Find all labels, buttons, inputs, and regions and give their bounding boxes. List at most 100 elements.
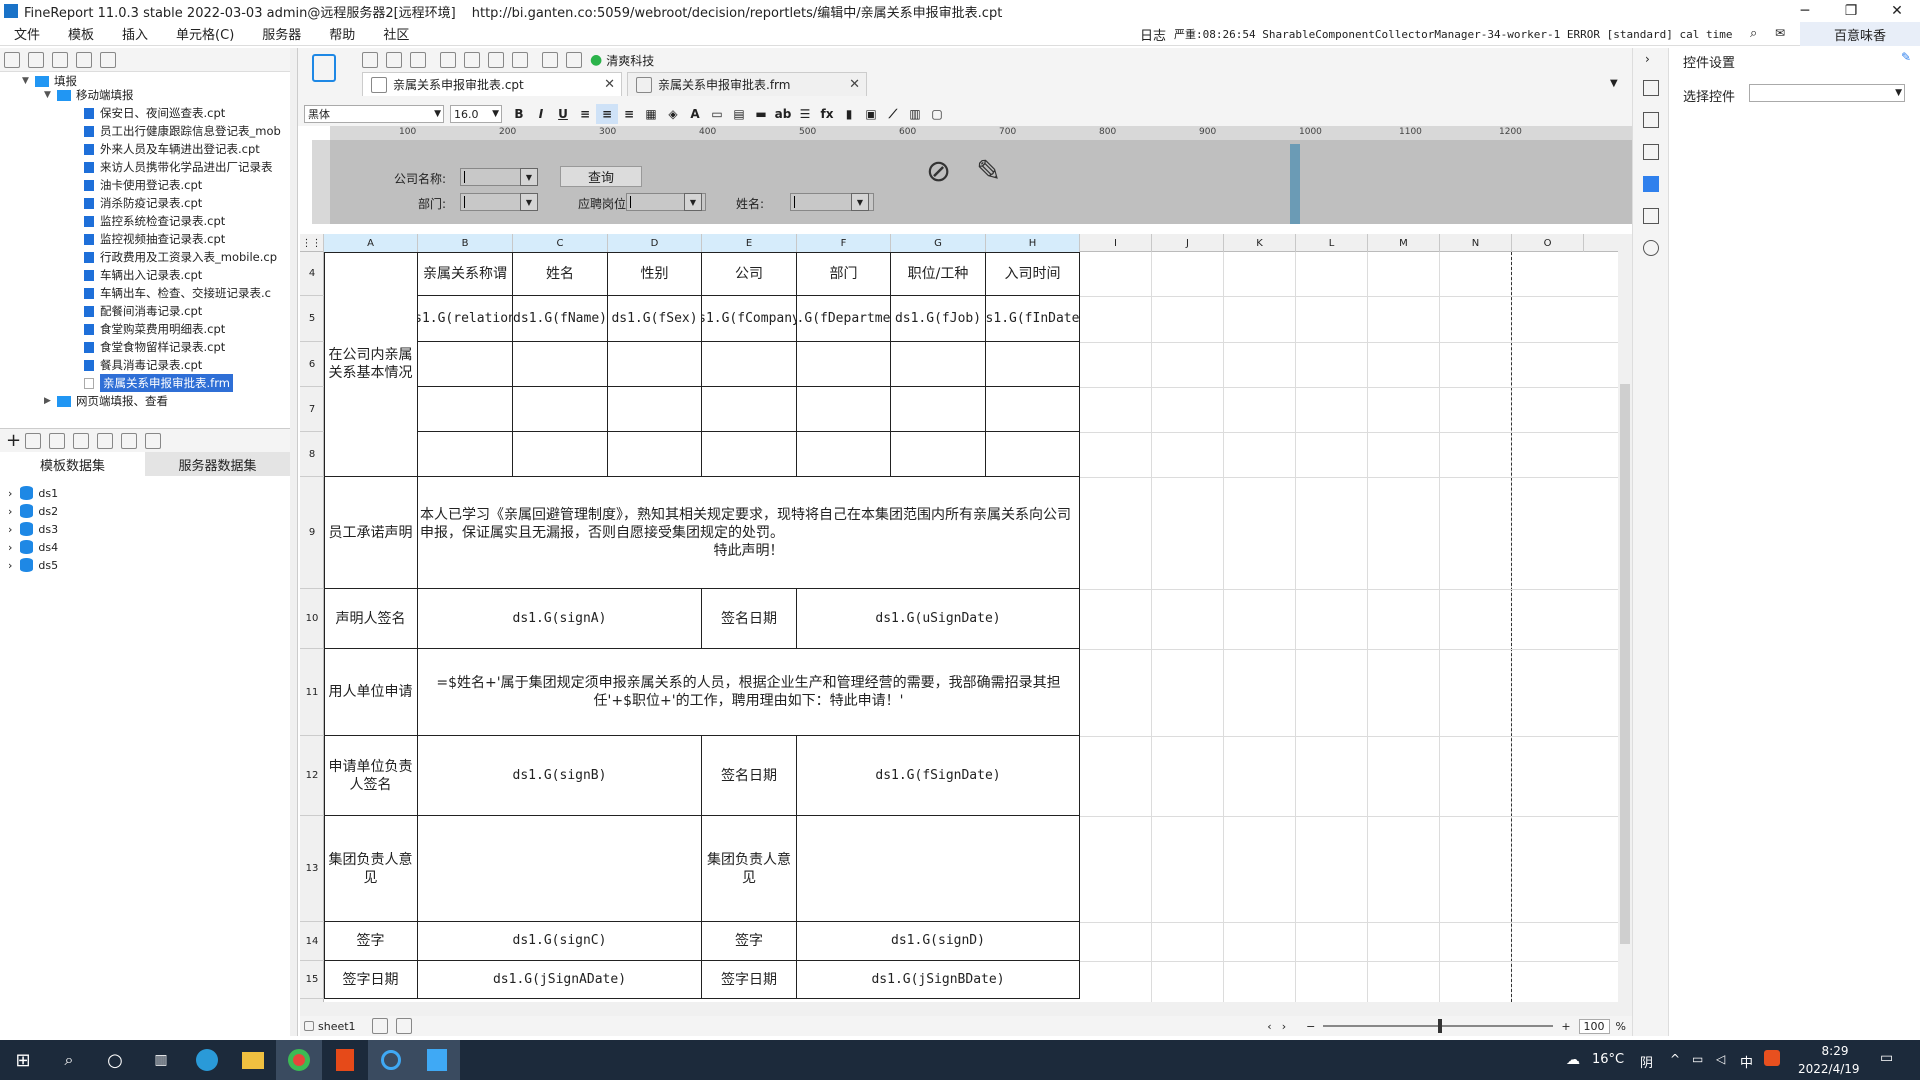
task-view-icon[interactable]: ▥ <box>138 1040 184 1080</box>
tree-file[interactable]: 保安日、夜间巡查表.cpt <box>84 104 225 122</box>
format-painter-icon[interactable] <box>512 52 528 68</box>
tab-template-dataset[interactable]: 模板数据集 <box>0 452 145 476</box>
dataset-item[interactable]: › ds5 <box>8 556 58 574</box>
condition-attribute-icon[interactable] <box>1643 208 1659 224</box>
add-polysheet-icon[interactable] <box>395 1018 412 1034</box>
row-header-cell[interactable]: 7 <box>300 387 324 432</box>
empty-cell[interactable] <box>891 432 986 477</box>
panel-splitter[interactable] <box>290 48 298 1036</box>
search-icon[interactable]: ⌕ <box>46 1040 92 1080</box>
windows-start-icon[interactable]: ⊞ <box>0 1040 46 1080</box>
tree-file[interactable]: 食堂食物留样记录表.cpt <box>84 338 225 356</box>
menu-help[interactable]: 帮助 <box>315 24 369 43</box>
brand-button[interactable]: 清爽科技 <box>606 52 654 69</box>
file-explorer-icon[interactable] <box>230 1040 276 1080</box>
empty-cell[interactable] <box>513 342 608 387</box>
search-app-icon[interactable] <box>368 1040 414 1080</box>
sogou-icon[interactable] <box>1764 1050 1780 1066</box>
tree-file-selected[interactable]: 亲属关系申报审批表.frm <box>84 374 233 392</box>
row-header-cell[interactable]: 8 <box>300 432 324 477</box>
tree-file[interactable]: 餐具消毒记录表.cpt <box>84 356 202 374</box>
check-icon[interactable]: ● <box>590 52 602 68</box>
tree-file[interactable]: 车辆出车、检查、交接班记录表.c <box>84 284 271 302</box>
refresh-icon[interactable] <box>28 51 44 68</box>
header-cell[interactable]: 姓名 <box>513 252 608 296</box>
zoom-in-icon[interactable]: + <box>1561 1020 1570 1033</box>
save-icon[interactable] <box>362 52 378 68</box>
template-param-icon[interactable] <box>566 52 582 68</box>
copy-icon[interactable] <box>464 52 480 68</box>
sign-date-label[interactable]: 签名日期 <box>702 736 797 816</box>
col-header[interactable]: F <box>797 234 891 252</box>
text-icon[interactable]: ab <box>772 104 794 124</box>
fill-color-icon[interactable]: ◈ <box>662 104 684 124</box>
font-family-select[interactable]: 黑体 ▼ <box>304 105 444 123</box>
server-db-icon[interactable] <box>145 432 162 449</box>
tab-menu-icon[interactable]: ▼ <box>1610 78 1618 89</box>
signature-label[interactable]: 签字 <box>702 922 797 961</box>
empty-cell[interactable] <box>513 387 608 432</box>
header-cell[interactable]: 部门 <box>797 252 891 296</box>
signC-cell[interactable]: ds1.G(signC) <box>418 922 702 961</box>
align-left-icon[interactable]: ≡ <box>574 104 596 124</box>
signB-cell[interactable]: ds1.G(signB) <box>418 736 702 816</box>
header-cell[interactable]: 公司 <box>702 252 797 296</box>
col-header[interactable]: J <box>1152 234 1224 252</box>
align-right-icon[interactable]: ≡ <box>618 104 640 124</box>
formula-icon[interactable]: fx <box>816 104 838 124</box>
weather-icon[interactable]: ☁ <box>1566 1052 1580 1068</box>
pencil-icon[interactable]: ✎ <box>976 154 1001 189</box>
hyperlink-icon[interactable] <box>1643 240 1659 256</box>
col-header[interactable]: H <box>986 234 1080 252</box>
signA-cell[interactable]: ds1.G(signA) <box>418 589 702 649</box>
signature-date-label[interactable]: 签字日期 <box>702 961 797 999</box>
dept-dropdown-icon[interactable]: ▼ <box>520 193 538 211</box>
section-label[interactable]: 在公司内亲属关系基本情况 <box>324 252 418 477</box>
field-cell[interactable]: ds1.G(fJob) <box>891 296 986 342</box>
version-icon[interactable] <box>52 51 68 68</box>
tree-folder-web[interactable]: ▶ 网页端填报、查看 <box>44 392 168 410</box>
leader-sign-label[interactable]: 申请单位负责人签名 <box>324 736 418 816</box>
row-header-cell[interactable]: 12 <box>300 736 324 816</box>
group-opinion-label[interactable]: 集团负责人意见 <box>324 816 418 922</box>
cut-icon[interactable] <box>440 52 456 68</box>
chart-icon[interactable]: ▮ <box>838 104 860 124</box>
query-button[interactable]: 查询 <box>560 166 642 187</box>
col-header[interactable]: B <box>418 234 513 252</box>
row-header-cell[interactable]: 5 <box>300 296 324 342</box>
prev-page-icon[interactable]: ‹ <box>1267 1020 1271 1033</box>
ime-indicator[interactable]: 中 <box>1740 1052 1753 1071</box>
zoom-slider[interactable] <box>1323 1019 1554 1033</box>
header-cell[interactable]: 亲属关系称谓 <box>418 252 513 296</box>
header-cell[interactable]: 职位/工种 <box>891 252 986 296</box>
row-header-cell[interactable]: 9 <box>300 477 324 589</box>
row-header-cell[interactable]: 14 <box>300 922 324 961</box>
dataset-item[interactable]: › ds3 <box>8 520 58 538</box>
jSignBDate-cell[interactable]: ds1.G(jSignBDate) <box>797 961 1080 999</box>
subreport-icon[interactable]: ▥ <box>904 104 926 124</box>
bold-button[interactable]: B <box>508 104 530 124</box>
menu-community[interactable]: 社区 <box>369 24 423 43</box>
field-cell[interactable]: ds1.G(fDepartment) <box>797 296 891 342</box>
col-header[interactable]: N <box>1440 234 1512 252</box>
grid-icon[interactable]: ▤ <box>728 104 750 124</box>
apply-formula-cell[interactable]: =$姓名+'属于集团规定须申报亲属关系的人员，根据企业生产和管理经营的需要，我部… <box>418 649 1080 736</box>
cortana-icon[interactable]: ○ <box>92 1040 138 1080</box>
group-opinion-label[interactable]: 集团负责人意见 <box>702 816 797 922</box>
empty-cell[interactable] <box>608 432 702 477</box>
group-opinion-cell[interactable] <box>797 816 1080 922</box>
edge-icon[interactable] <box>184 1040 230 1080</box>
clock-date[interactable]: 2022/4/19 <box>1798 1062 1860 1076</box>
col-header[interactable]: G <box>891 234 986 252</box>
horizontal-scrollbar[interactable] <box>300 1002 1632 1016</box>
merge-cells-icon[interactable]: ▭ <box>706 104 728 124</box>
tab-server-dataset[interactable]: 服务器数据集 <box>145 452 290 476</box>
zoom-value[interactable]: 100 <box>1578 1018 1610 1034</box>
tab-frm[interactable]: 亲属关系申报审批表.frm ✕ <box>627 72 867 96</box>
signature-label[interactable]: 签字 <box>324 922 418 961</box>
field-cell[interactable]: ds1.G(fName) <box>513 296 608 342</box>
collapse-panel-icon[interactable]: › <box>1645 52 1650 66</box>
field-cell[interactable]: ds1.G(fCompany) <box>702 296 797 342</box>
notification-icon[interactable]: ▭ <box>1880 1050 1893 1066</box>
zoom-slider-thumb[interactable] <box>1438 1019 1443 1033</box>
